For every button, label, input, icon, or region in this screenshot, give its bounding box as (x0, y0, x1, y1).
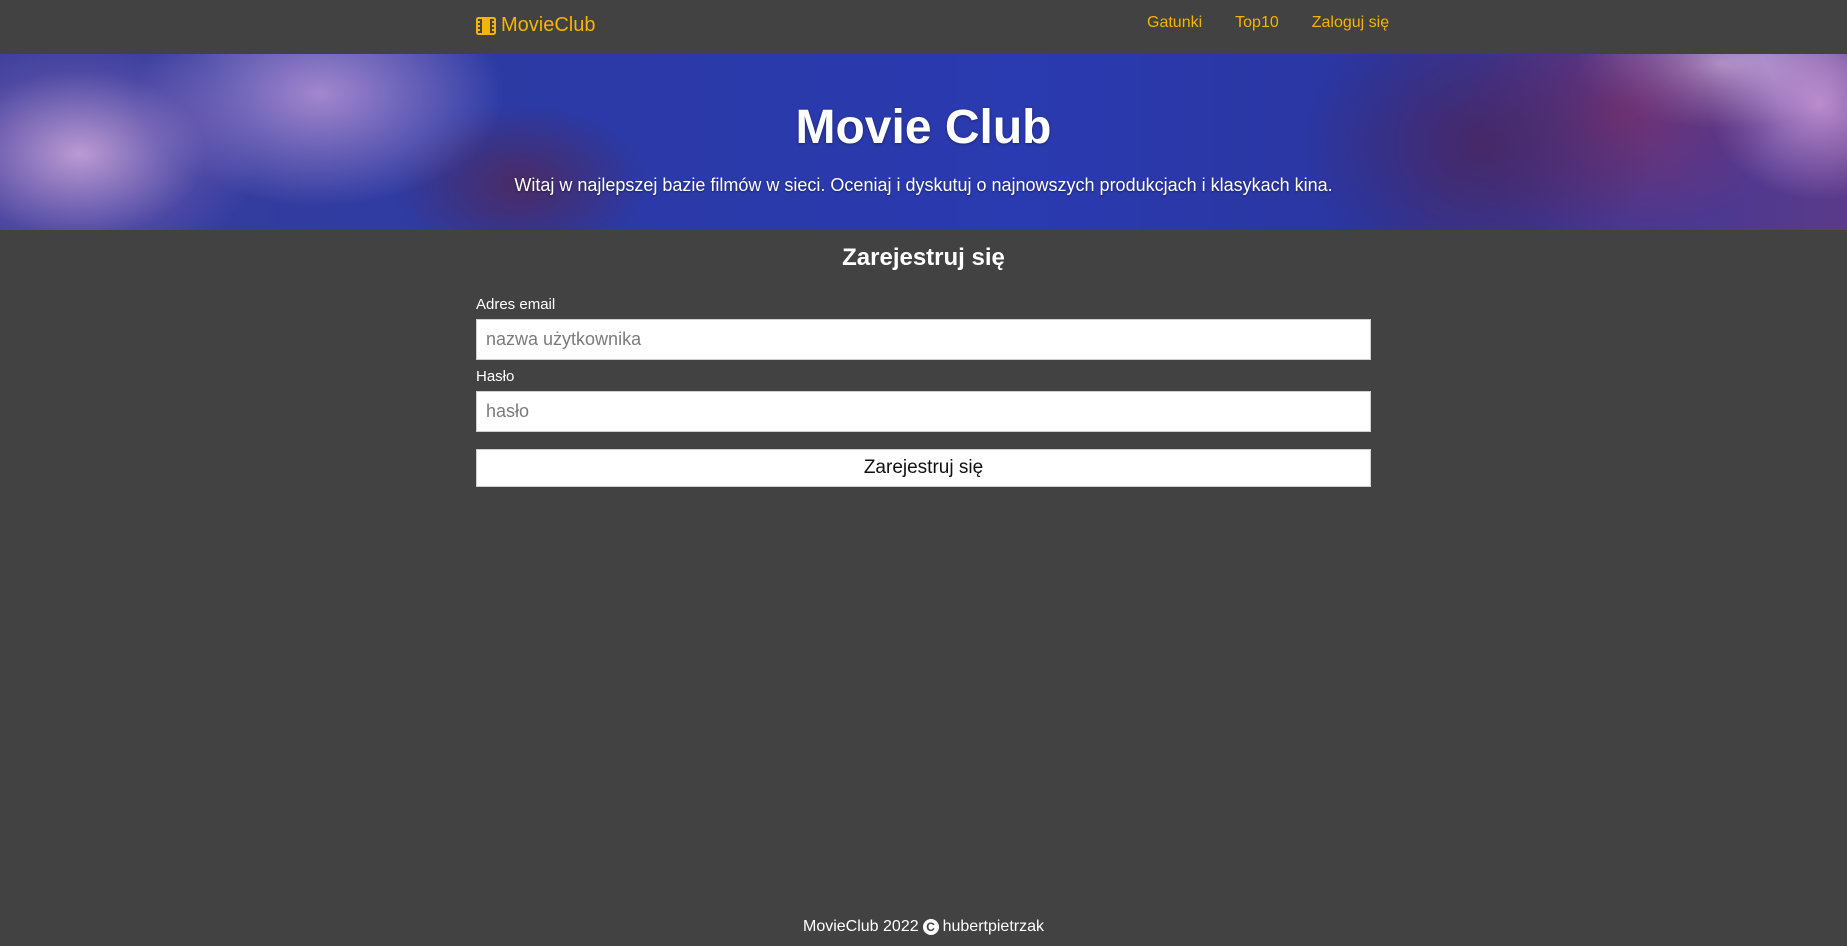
register-title: Zarejestruj się (842, 244, 1005, 271)
film-icon (476, 16, 496, 35)
footer-text: MovieClub 2022 (802, 918, 919, 935)
brand-link[interactable]: MovieClub (476, 14, 595, 37)
footer: MovieClub 2022 C hubertpietrzak (0, 918, 1847, 936)
copyright-icon: C (922, 919, 939, 935)
hero-banner: Movie Club Witaj w najlepszej bazie film… (0, 54, 1847, 230)
password-label: Hasło (476, 368, 515, 385)
nav-links: Gatunki Top10 Zaloguj się (1147, 14, 1389, 32)
register-form: Zarejestruj się Adres email Hasło Zareje… (476, 230, 1371, 487)
hero-subtitle: Witaj w najlepszej bazie filmów w sieci.… (514, 175, 1333, 195)
password-field[interactable] (476, 391, 1371, 432)
email-label: Adres email (476, 296, 556, 313)
brand-name: MovieClub (501, 14, 596, 36)
footer-author: hubertpietrzak (942, 918, 1044, 935)
register-button[interactable]: Zarejestruj się (476, 449, 1371, 487)
navbar: MovieClub Gatunki Top10 Zaloguj się (0, 0, 1847, 54)
email-field[interactable] (476, 319, 1371, 360)
nav-link-login[interactable]: Zaloguj się (1312, 14, 1389, 32)
nav-link-top10[interactable]: Top10 (1235, 14, 1279, 32)
nav-link-genres[interactable]: Gatunki (1147, 14, 1202, 32)
hero-title: Movie Club (795, 101, 1052, 154)
